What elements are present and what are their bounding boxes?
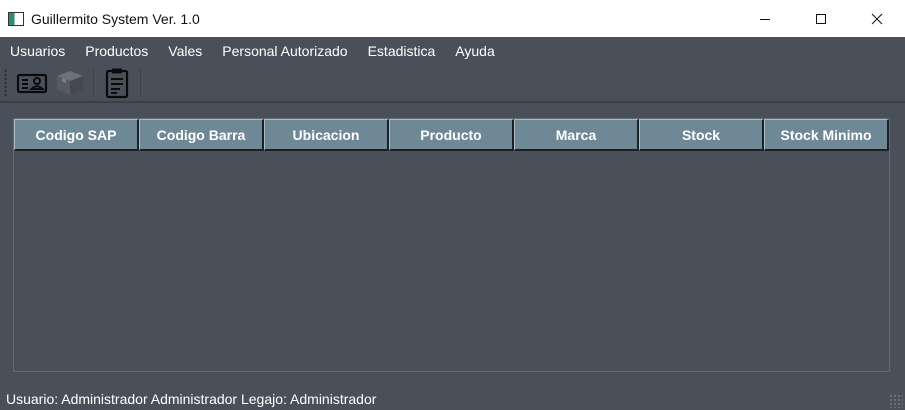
menu-productos[interactable]: Productos [75,37,158,65]
app-icon [8,11,24,26]
window-controls [737,0,905,37]
column-header-stock-minimo[interactable]: Stock Minimo [764,119,889,151]
window-title: Guillermito System Ver. 1.0 [31,10,200,27]
close-icon [871,13,883,24]
status-bar: Usuario: Administrador Administrador Leg… [0,388,905,410]
status-user-label: Usuario: Administrador Administrador Leg… [6,391,377,407]
menu-bar: Usuarios Productos Vales Personal Autori… [0,37,905,65]
minimize-button[interactable] [737,0,793,37]
menu-vales[interactable]: Vales [158,37,212,65]
toolbar-users-button[interactable] [13,66,51,100]
menu-estadistica[interactable]: Estadistica [358,37,446,65]
title-bar: Guillermito System Ver. 1.0 [0,0,905,37]
menu-personal-autorizado[interactable]: Personal Autorizado [212,37,357,65]
products-grid[interactable]: Codigo SAP Codigo Barra Ubicacion Produc… [13,118,890,372]
maximize-button[interactable] [793,0,849,37]
toolbar [0,65,905,101]
minimize-icon [760,18,770,20]
menu-ayuda[interactable]: Ayuda [445,37,504,65]
toolbar-grip[interactable] [4,69,7,97]
column-header-marca[interactable]: Marca [514,119,639,151]
menu-usuarios[interactable]: Usuarios [0,37,75,65]
column-header-ubicacion[interactable]: Ubicacion [264,119,389,151]
toolbar-vales-button[interactable] [98,66,136,100]
resize-grip[interactable] [889,394,903,408]
toolbar-separator [93,69,94,97]
maximize-icon [816,13,826,24]
column-header-stock[interactable]: Stock [639,119,764,151]
toolbar-products-button[interactable] [51,66,89,100]
toolbar-divider [0,101,905,103]
column-header-producto[interactable]: Producto [389,119,514,151]
toolbar-separator [140,69,141,97]
package-box-icon [57,71,83,95]
grid-body[interactable] [14,151,889,371]
column-header-codigo-barra[interactable]: Codigo Barra [139,119,264,151]
grid-header: Codigo SAP Codigo Barra Ubicacion Produc… [14,119,889,151]
id-card-icon [16,73,48,94]
clipboard-list-icon [105,68,129,99]
column-header-codigo-sap[interactable]: Codigo SAP [14,119,139,151]
close-button[interactable] [849,0,905,37]
